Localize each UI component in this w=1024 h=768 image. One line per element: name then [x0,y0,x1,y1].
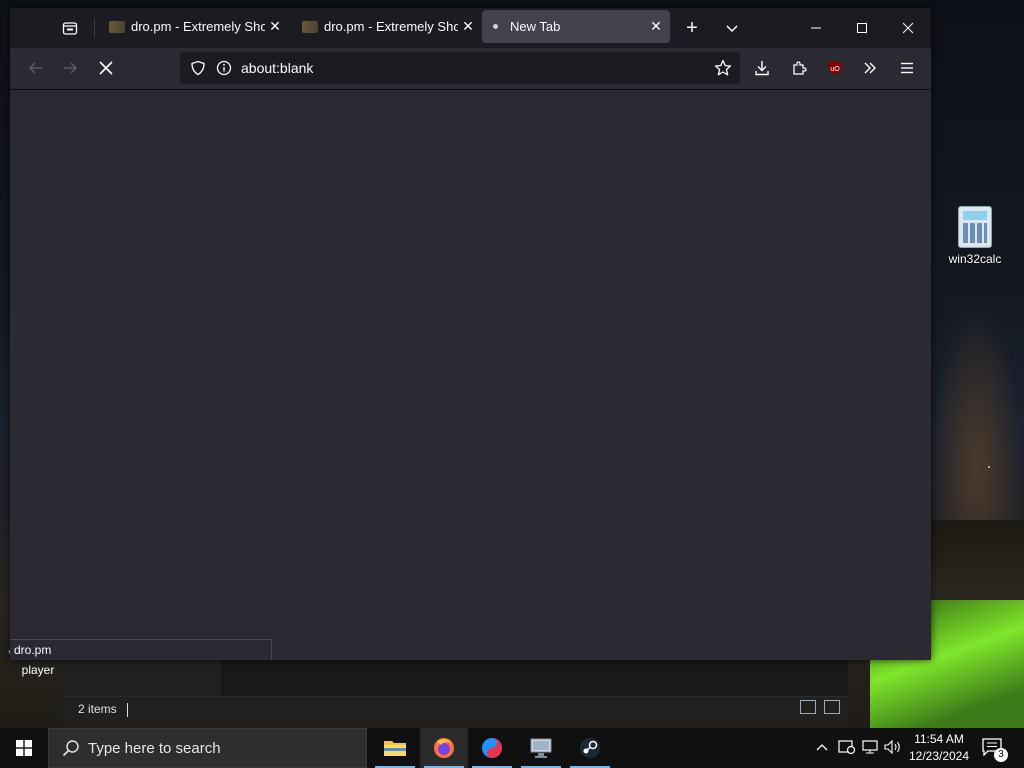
puzzle-icon [793,61,807,75]
tab-bar: dro.pm - Extremely Short URL ✕ dro.pm - … [10,8,931,48]
explorer-status-bar: 2 items [63,696,848,721]
svg-text:uO: uO [830,66,840,73]
desktop-icon-label: win32calc [948,252,1002,266]
plus-icon: + [686,16,698,39]
remote-desktop-icon [530,738,552,758]
clock-time: 11:54 AM [914,732,964,746]
page-content[interactable] [10,90,931,660]
bookmark-star-icon[interactable] [711,56,735,80]
app-icon [482,738,502,758]
large-icons-view-icon[interactable] [824,700,840,714]
status-separator [126,702,128,717]
url-text[interactable]: about:blank [241,52,313,84]
taskbar-remote-desktop[interactable] [517,728,565,768]
maximize-button[interactable] [850,16,874,40]
desktop-wallpaper-hill [930,520,1024,610]
desktop-wallpaper-star [988,466,990,468]
view-toggle [800,700,840,714]
close-tab-icon[interactable]: ✕ [267,18,283,35]
loading-dot-icon [493,24,498,29]
list-all-tabs-button[interactable] [720,16,744,40]
hamburger-menu-icon [901,62,913,74]
search-icon [62,740,79,757]
extensions-button[interactable] [787,56,811,80]
app-menu-button[interactable] [895,56,919,80]
link-status-panel: dro.pm [10,639,272,660]
tab-favicon-icon [109,20,125,33]
close-tab-icon[interactable]: ✕ [460,18,476,35]
tab-title: New Tab [510,19,561,34]
taskbar-firefox[interactable] [420,728,468,768]
show-hidden-icons-icon[interactable] [814,741,830,755]
file-explorer-window: 2 items [63,660,848,721]
back-button[interactable] [24,56,48,80]
notification-badge: 3 [994,748,1008,762]
search-placeholder: Type here to search [88,739,221,757]
minimize-button[interactable] [804,16,828,40]
double-chevron-right-icon [864,62,876,74]
forward-button[interactable] [58,56,82,80]
chevron-down-icon [726,25,738,33]
tab-new-tab[interactable]: New Tab ✕ [482,10,670,43]
details-view-icon[interactable] [800,700,816,714]
calculator-icon [958,206,992,248]
stop-icon [99,61,113,75]
navigation-pane [63,660,221,696]
back-arrow-icon [28,62,42,74]
ublock-origin-button[interactable]: uO [823,56,847,80]
action-center-button[interactable]: 3 [982,738,1008,762]
more-tools-button[interactable] [858,56,882,80]
start-button[interactable] [0,728,48,768]
taskbar: Type here to search 11:54 AM 12/23/2024 … [0,728,1024,768]
taskbar-clock[interactable]: 11:54 AM 12/23/2024 [904,731,974,765]
system-tray [814,728,902,768]
firefox-icon [434,738,454,758]
clock-date: 12/23/2024 [908,749,970,763]
stop-button[interactable] [94,56,118,80]
address-bar[interactable]: about:blank [180,52,740,84]
tracking-protection-shield-icon[interactable] [186,56,210,80]
close-window-button[interactable] [896,16,920,40]
minimize-icon [811,27,821,29]
forward-arrow-icon [64,62,78,74]
download-icon [755,61,769,76]
taskbar-file-explorer[interactable] [371,728,419,768]
new-tab-button[interactable]: + [680,16,704,40]
taskbar-search-box[interactable]: Type here to search [48,728,367,768]
windows-logo-icon [16,740,32,756]
steam-icon [580,738,600,758]
downloads-button[interactable] [750,56,774,80]
firefox-view-icon[interactable] [58,16,82,40]
file-explorer-icon [384,741,406,756]
desktop-icon-win32calc[interactable]: win32calc [944,206,1006,266]
taskbar-app[interactable] [468,728,516,768]
close-tab-icon[interactable]: ✕ [648,18,664,35]
volume-icon[interactable] [884,739,902,757]
tab-dro-pm-1[interactable]: dro.pm - Extremely Short URL ✕ [100,10,284,43]
tab-title: dro.pm - Extremely Short URL [324,19,458,34]
item-count: 2 items [78,702,117,716]
close-icon [902,22,914,34]
browser-window: dro.pm - Extremely Short URL ✕ dro.pm - … [10,8,931,660]
status-text: dro.pm [14,643,52,657]
ublock-shield-icon: uO [828,61,842,75]
tab-dro-pm-2[interactable]: dro.pm - Extremely Short URL ✕ [293,10,477,43]
desktop-wallpaper-glow [930,300,1024,540]
tab-favicon-icon [302,20,318,33]
tab-title: dro.pm - Extremely Short URL [131,19,265,34]
tab-separator [94,18,95,38]
site-info-icon[interactable] [212,56,236,80]
taskbar-steam[interactable] [566,728,614,768]
update-icon[interactable] [838,739,856,758]
maximize-icon [857,23,867,33]
navigation-toolbar: about:blank uO [10,48,931,90]
network-icon[interactable] [862,739,878,757]
